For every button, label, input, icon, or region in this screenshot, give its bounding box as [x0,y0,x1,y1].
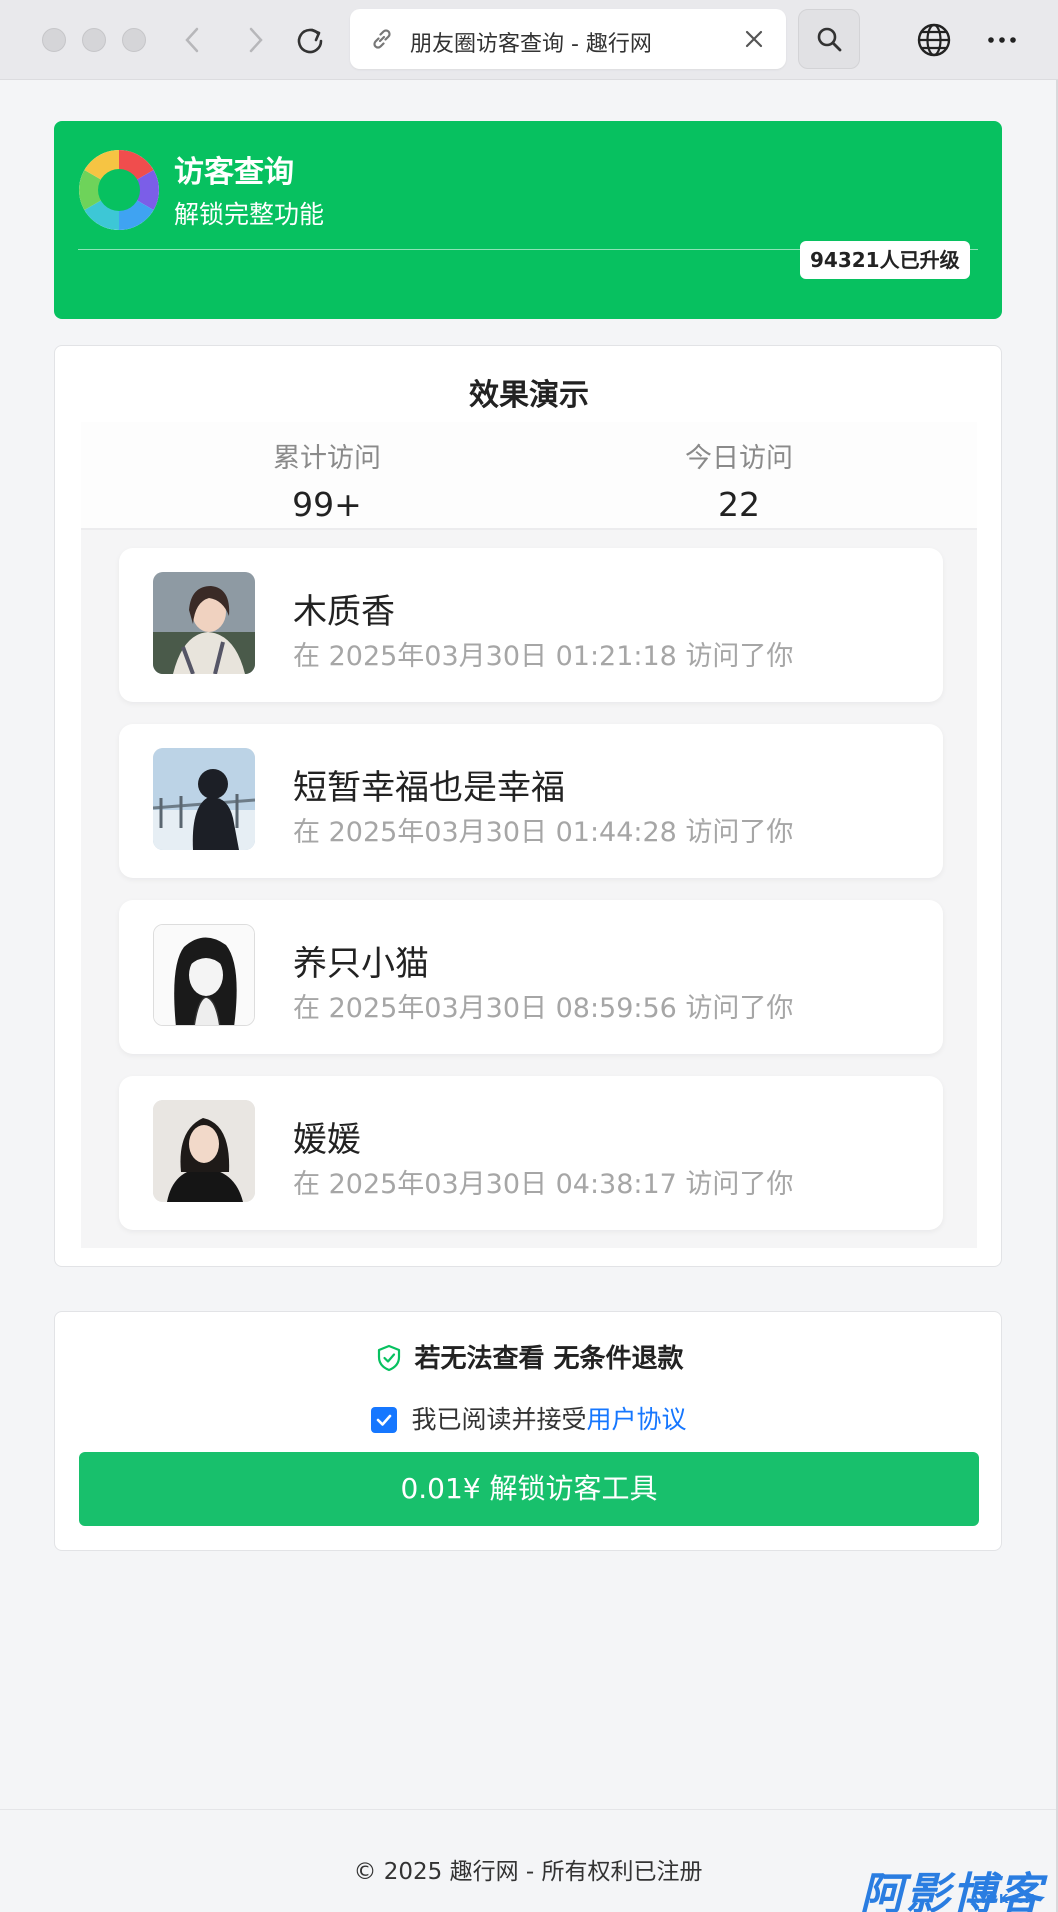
back-button[interactable] [172,20,212,60]
tab-title: 朋友圈访客查询 - 趣行网 [410,32,652,57]
ellipsis-icon [988,37,1016,43]
globe-icon [917,23,951,57]
reload-icon [297,28,323,54]
stat-today-label: 今日访问 [685,443,793,474]
visitor-item: 木质香 在 2025年03月30日 01:21:18 访问了你 [119,548,943,702]
avatar [153,924,255,1026]
watermark-sub: AYBK.CN [970,1892,1036,1906]
stat-total: 累计访问 99+ [177,436,477,524]
avatar [153,572,255,674]
close-icon[interactable] [740,25,768,53]
visitor-item: 媛媛 在 2025年03月30日 04:38:17 访问了你 [119,1076,943,1230]
refund-text: 若无法查看 无条件退款 [414,1344,684,1374]
stat-today-value: 22 [718,485,760,524]
user-agreement-link[interactable]: 用户协议 [587,1405,687,1434]
browser-window: 朋友圈访客查询 - 趣行网 访客查询 解锁完整功能 94321人已升级 效果演示… [0,0,1058,1912]
shield-check-icon [378,1344,401,1372]
app-logo-icon [79,150,159,230]
forward-button[interactable] [236,20,276,60]
stat-total-value: 99+ [292,485,362,524]
visitor-name: 短暂幸福也是幸福 [293,768,565,808]
hero-banner: 访客查询 解锁完整功能 94321人已升级 [54,121,1002,319]
more-button[interactable] [982,20,1022,60]
upgrade-count-badge: 94321人已升级 [800,241,970,279]
hero-subtitle: 解锁完整功能 [174,200,325,229]
visit-time: 在 2025年03月30日 08:59:56 访问了你 [293,993,794,1024]
stat-total-label: 累计访问 [273,443,381,474]
search-icon [817,27,842,52]
check-icon [377,1414,392,1426]
reload-button[interactable] [290,20,330,60]
chevron-right-icon [249,27,263,53]
agreement-checkbox[interactable] [371,1407,398,1433]
browser-toolbar: 朋友圈访客查询 - 趣行网 [0,0,1058,80]
watermark-logo: 阿影博客 AYBK.CN [860,1858,1058,1912]
payment-card: 若无法查看 无条件退款 我已阅读并接受用户协议 0.01¥ 解锁访客工具 [54,1311,1002,1551]
avatar [153,748,255,850]
translate-button[interactable] [914,20,954,60]
visitor-name: 养只小猫 [293,944,429,984]
link-icon [373,29,391,49]
browser-tab[interactable]: 朋友圈访客查询 - 趣行网 [350,9,786,69]
search-button[interactable] [798,9,860,69]
visitor-name: 木质香 [293,592,395,632]
agreement-row: 我已阅读并接受用户协议 [55,1400,1003,1436]
window-minimize-button[interactable] [82,28,106,52]
visit-stats: 累计访问 99+ 今日访问 22 [81,422,977,530]
avatar [153,1100,255,1202]
hero-title: 访客查询 [174,155,294,190]
visit-time: 在 2025年03月30日 01:21:18 访问了你 [293,641,794,672]
agreement-label: 我已阅读并接受 [411,1405,587,1434]
visitor-name: 媛媛 [293,1120,361,1160]
window-maximize-button[interactable] [122,28,146,52]
demo-screenshot: 累计访问 99+ 今日访问 22 木质香 在 2025年03月30日 01:21… [81,422,977,1248]
chevron-left-icon [185,27,199,53]
demo-card: 效果演示 累计访问 99+ 今日访问 22 木质香 在 2025年03月30日 … [54,345,1002,1267]
refund-guarantee: 若无法查看 无条件退款 [55,1338,1003,1375]
visit-time: 在 2025年03月30日 01:44:28 访问了你 [293,817,794,848]
visitor-item: 短暂幸福也是幸福 在 2025年03月30日 01:44:28 访问了你 [119,724,943,878]
visitor-item: 养只小猫 在 2025年03月30日 08:59:56 访问了你 [119,900,943,1054]
unlock-button[interactable]: 0.01¥ 解锁访客工具 [79,1452,979,1526]
stat-today: 今日访问 22 [589,436,889,524]
demo-title: 效果演示 [469,378,589,413]
visit-time: 在 2025年03月30日 04:38:17 访问了你 [293,1169,794,1200]
page-content: 访客查询 解锁完整功能 94321人已升级 效果演示 累计访问 99+ 今日访问… [0,81,1056,1912]
window-close-button[interactable] [42,28,66,52]
